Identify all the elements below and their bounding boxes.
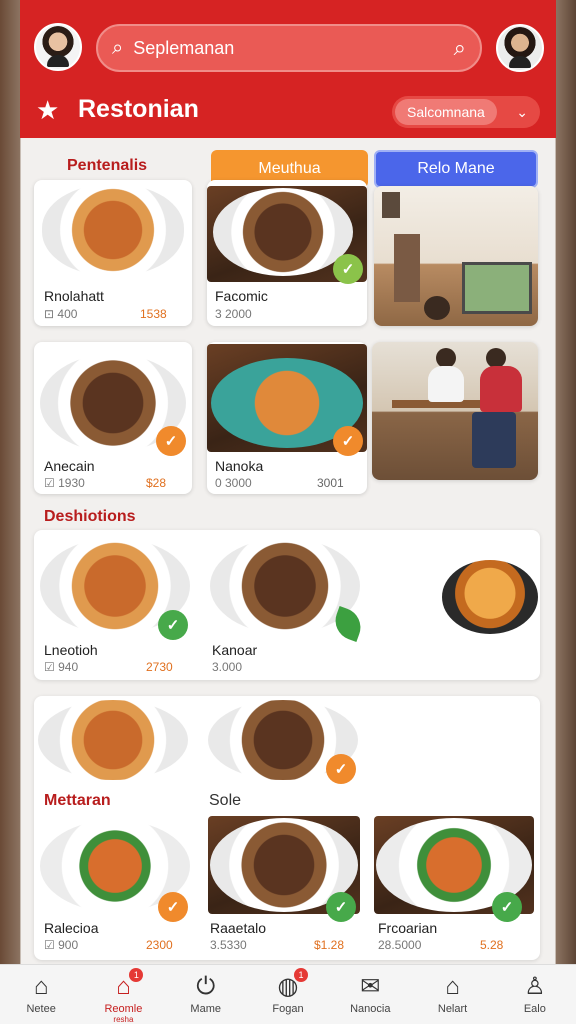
dish-price: 1538 [140,307,167,321]
dish-image [213,188,353,276]
home-icon: ⌂ [33,973,49,1000]
leaf-icon: ✓ [492,892,522,922]
mail-icon: ✉ [360,973,381,1000]
dish-name: Kanoar [212,642,258,658]
dish-meta: 3.000 [212,660,243,674]
notification-badge: 1 [129,968,144,982]
search-icon: ⌕ [112,36,124,59]
window [462,262,532,314]
dish-price: 3001 [317,476,344,490]
section-title-featured: Pentenalis [67,157,148,174]
nav-sublabel: resha [113,1015,134,1024]
dish-name: Anecain [44,458,95,474]
nav-label: Nanocia [350,1003,391,1015]
nav-label: Mame [190,1003,221,1015]
dish-name: Frcoarian [378,920,438,936]
dish-card[interactable]: ✓ Nanoka 0 3000 3001 [207,342,367,494]
dish-price: $1.28 [314,938,345,952]
search-submit-icon[interactable]: ⌕ [454,35,466,61]
nav-item-nanocia[interactable]: ✉ Nanocia [329,965,411,1024]
leaf-icon: ✓ [333,254,363,284]
house-icon: ⌂ [445,973,460,1000]
section-title-mettaran: Mettaran [44,792,111,809]
person-legs [472,412,516,468]
dish-name: Lneotioh [44,642,98,658]
dish-meta-value: 900 [58,938,79,952]
notification-badge: 1 [293,968,308,982]
leaf-icon: ✓ [156,426,186,456]
person-body [428,366,464,402]
nav-item-netee[interactable]: ⌂ Netee [0,965,82,1024]
dish-group: ✓ Mettaran Sole ✓ Ralecioa ☑ 900 2300 ✓ … [34,696,540,960]
nav-label: Ealo [523,1003,546,1015]
leaf-icon: ✓ [158,610,188,640]
nav-item-fogan[interactable]: ◍ 1 Fogan [247,965,329,1024]
tab-relo-mane[interactable]: Relo Mane [374,150,538,188]
dish-price: 2730 [146,660,173,674]
dish-price: 2300 [146,938,173,952]
dish-name: Nanoka [215,458,264,474]
nav-item-reomle[interactable]: ⌂ 1 Reomle resha [82,965,164,1024]
nav-label: Fogan [272,1003,304,1015]
dish-meta: ☑ 1930 [44,476,85,490]
nav-item-nelart[interactable]: ⌂ Nelart [411,965,493,1024]
dish-name: Rnolahatt [44,288,104,304]
dish-image [42,184,184,276]
app-header: ⌕ Seplemanan ⌕ ★ Restonian Salcomnana ⌄ [20,0,556,138]
dish-meta: 3 2000 [215,307,252,321]
power-icon: ⏻ [196,973,216,1000]
page-title: Restonian [78,95,199,123]
dish-meta-value: 1930 [58,476,85,490]
person-icon: ♙ [524,973,546,1000]
dish-card[interactable]: ✓ Facomic 3 2000 [207,180,367,326]
dish-meta: ☑ 940 [44,660,79,674]
wall-frame [382,192,400,218]
person-head [424,296,450,320]
restaurant-photo[interactable] [374,186,538,326]
dish-name: Facomic [215,288,268,304]
person-head [436,348,456,368]
restaurant-photo[interactable] [372,342,538,480]
bottom-navigation: ⌂ Netee ⌂ 1 Reomle resha ⏻ Mame ◍ 1 Foga… [0,964,576,1024]
section-title-sole: Sole [209,792,242,809]
dish-card[interactable]: ✓ Anecain ☑ 1930 $28 [34,342,192,494]
dish-name: Raaetalo [210,920,267,936]
nav-label: Reomle [104,1003,143,1015]
dish-meta-value: 400 [57,307,78,321]
dish-meta-value: 940 [58,660,79,674]
person-head [486,348,506,368]
dish-meta: 28.5000 [378,938,422,952]
search-bar[interactable]: ⌕ Seplemanan ⌕ [96,24,482,72]
dish-meta: ☑ 900 [44,938,79,952]
user-avatar[interactable] [34,23,82,71]
wall-art [394,234,420,302]
dish-meta: ⊡ 400 [44,307,78,321]
dish-image[interactable] [38,700,188,780]
dish-price: $28 [146,476,167,490]
dish-meta: 3.5330 [210,938,247,952]
search-input[interactable]: Seplemanan [133,38,453,59]
dish-card[interactable]: Rnolahatt ⊡ 400 1538 [34,180,192,326]
person-body [480,366,522,412]
leaf-icon: ✓ [333,426,363,456]
category-select[interactable]: Salcomnana ⌄ [392,96,540,128]
leaf-icon: ✓ [326,754,356,784]
leaf-icon: ✓ [158,892,188,922]
dish-name: Ralecioa [44,920,99,936]
star-icon: ★ [36,95,60,125]
ramen-bowl-image[interactable] [442,560,538,634]
nav-label: Netee [26,1003,56,1015]
dish-price: 5.28 [480,938,504,952]
dish-group: ✓ Lneotioh ☑ 940 2730 Kanoar 3.000 [34,530,540,680]
nav-item-mame[interactable]: ⏻ Mame [165,965,247,1024]
section-title-destinations: Deshiotions [44,508,136,525]
category-select-value: Salcomnana [395,99,497,125]
nav-item-ealo[interactable]: ♙ Ealo [494,965,576,1024]
leaf-icon: ✓ [326,892,356,922]
dish-meta: 0 3000 [215,476,252,490]
profile-avatar[interactable] [496,24,544,72]
nav-label: Nelart [437,1003,468,1015]
chevron-down-icon: ⌄ [516,103,528,120]
